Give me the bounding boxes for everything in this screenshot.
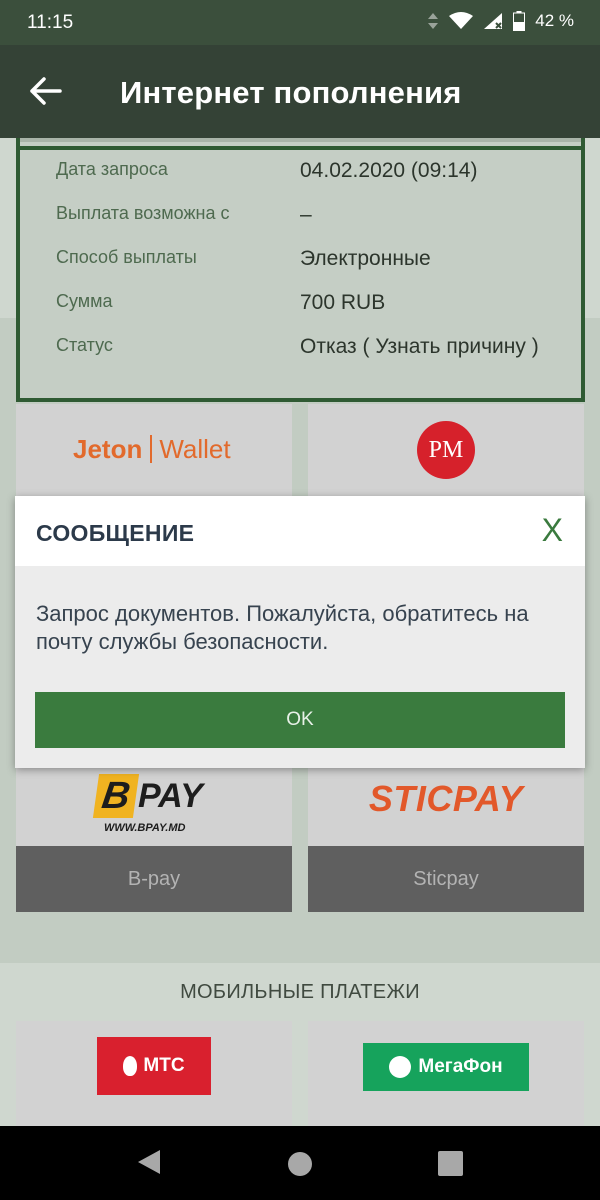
info-value-date: 04.02.2020 (09:14)	[300, 159, 478, 182]
battery-icon	[513, 11, 526, 31]
arrow-left-icon[interactable]	[28, 75, 64, 107]
bpay-logo-pay: PAY	[138, 777, 203, 815]
pm-logo: PM	[417, 421, 475, 479]
wifi-icon	[449, 12, 474, 29]
signal-icon	[484, 13, 503, 29]
ok-button[interactable]: OK	[35, 692, 565, 748]
payment-tile-sticpay[interactable]: STICPAY Sticpay	[308, 768, 584, 912]
message-dialog: СООБЩЕНИЕ X Запрос документов. Пожалуйст…	[15, 496, 585, 768]
bpay-logo: B PAY WWW.BPAY.MD	[92, 774, 220, 844]
mts-logo-text: МТС	[143, 1055, 185, 1076]
jeton-logo-text-2: Wallet	[159, 434, 231, 464]
info-label-date: Дата запроса	[56, 159, 168, 179]
page-title: Интернет пополнения	[120, 75, 462, 110]
megafon-circle-icon	[389, 1056, 412, 1078]
pm-logo-text: PM	[428, 436, 464, 463]
bpay-logo-url: WWW.BPAY.MD	[104, 822, 186, 834]
info-label-payout-from: Выплата возможна с	[56, 203, 230, 223]
data-arrows-icon	[428, 13, 439, 29]
dialog-title: СООБЩЕНИЕ	[36, 520, 195, 546]
nav-recents-icon[interactable]	[438, 1151, 463, 1176]
jeton-logo: Jeton Wallet	[73, 434, 231, 465]
payment-tile-bpay[interactable]: B PAY WWW.BPAY.MD B-pay	[16, 768, 292, 912]
info-value-status[interactable]: Отказ ( Узнать причину )	[300, 333, 570, 360]
sticpay-label: Sticpay	[308, 846, 584, 912]
info-label-status: Статус	[56, 335, 113, 355]
nav-home-icon[interactable]	[287, 1151, 313, 1177]
battery-level: 42 %	[535, 11, 574, 30]
status-bar: 11:15 42 %	[0, 0, 600, 45]
app-bar: Интернет пополнения	[0, 45, 600, 138]
mobile-section-title: МОБИЛЬНЫЕ ПЛАТЕЖИ	[180, 981, 420, 1003]
info-value-amount: 700 RUB	[300, 291, 386, 314]
navigation-bar	[0, 1126, 600, 1200]
sticpay-logo: STICPAY	[368, 778, 524, 819]
card-border-top	[20, 146, 581, 150]
mts-logo: МТС	[97, 1037, 211, 1095]
info-value-payout-from: –	[300, 203, 312, 226]
card-divider	[20, 138, 581, 142]
mts-egg-icon	[123, 1056, 138, 1076]
info-label-amount: Сумма	[56, 291, 113, 311]
dialog-close-button[interactable]: X	[542, 514, 563, 546]
megafon-logo-text: МегаФон	[418, 1056, 503, 1077]
info-value-method: Электронные	[300, 247, 431, 270]
megafon-logo: МегаФон	[363, 1043, 529, 1091]
jeton-logo-text: Jeton	[73, 434, 143, 464]
info-label-method: Способ выплаты	[56, 247, 197, 267]
request-info-card: Дата запроса 04.02.2020 (09:14) Выплата …	[16, 138, 585, 402]
dialog-header: СООБЩЕНИЕ X	[15, 496, 585, 566]
nav-back-icon[interactable]	[136, 1148, 162, 1176]
bpay-logo-b: B	[92, 774, 140, 818]
dialog-message: Запрос документов. Пожалуйста, обратитес…	[36, 601, 529, 654]
payment-tile-megafon[interactable]: МегаФон	[308, 1021, 584, 1126]
bpay-label: B-pay	[16, 846, 292, 912]
jeton-logo-divider	[150, 435, 153, 463]
payment-tile-mts[interactable]: МТС	[16, 1021, 292, 1126]
status-time: 11:15	[27, 12, 74, 33]
status-icons: 42 %	[427, 11, 574, 31]
